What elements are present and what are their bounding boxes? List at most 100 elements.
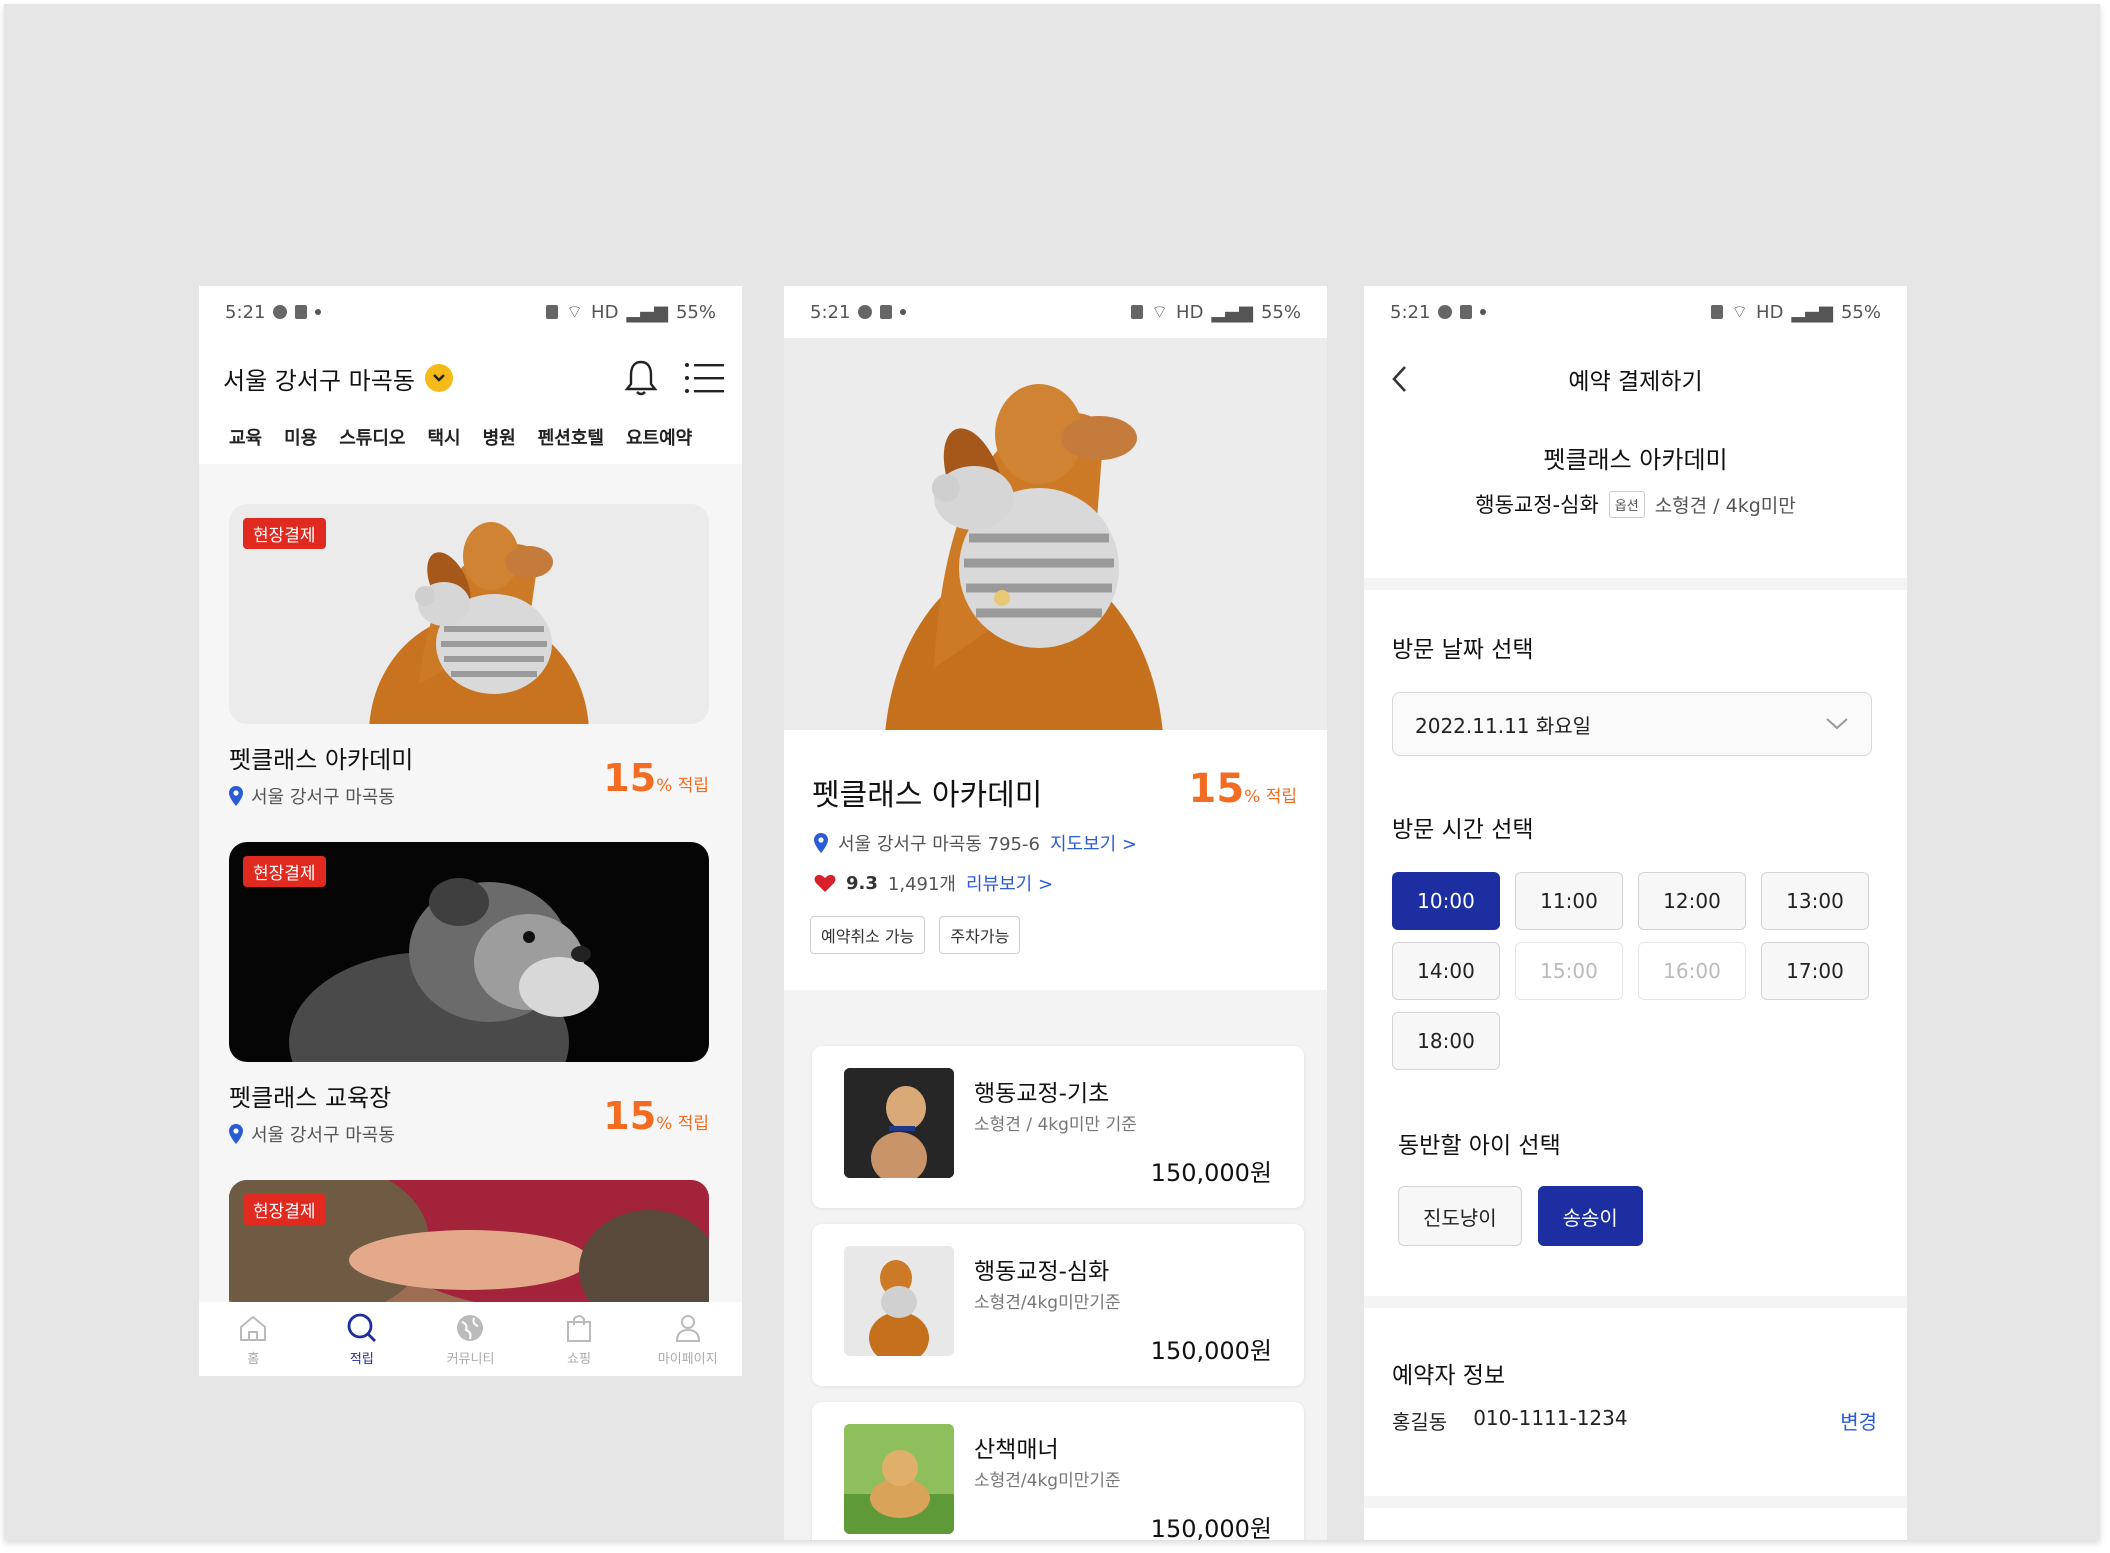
service-list: 행동교정-기초 소형견 / 4kg미만 기준 150,000원 행동교정-심화 … — [784, 990, 1327, 1540]
onsite-payment-badge: 현장결제 — [243, 518, 326, 549]
hero-dog-photo — [784, 338, 1327, 730]
time-slot-button[interactable]: 17:00 — [1761, 942, 1869, 1000]
category-tab[interactable]: 병원 — [483, 424, 516, 464]
dot-status-icon — [1480, 309, 1487, 315]
wifi-status-icon: ⌔ — [1151, 301, 1169, 323]
place-name: 펫클래스 아카데미 — [812, 778, 1043, 813]
time-slot-button[interactable]: 13:00 — [1761, 872, 1869, 930]
time-slot-button[interactable]: 18:00 — [1392, 1012, 1500, 1070]
time-slot-button[interactable]: 11:00 — [1515, 872, 1623, 930]
settings-status-icon — [273, 305, 288, 319]
rating-score: 9.3 — [846, 872, 878, 894]
service-desc: 소형견/4kg미만기준 — [974, 1293, 1121, 1313]
place-address: 서울 강서구 마곡동 — [251, 787, 395, 808]
app-status-icon — [880, 305, 893, 319]
place-address: 서울 강서구 마곡동 — [251, 1125, 395, 1146]
status-bar: 5:21 ⌔ HD ▂▄▆ 55% — [1364, 286, 1907, 338]
category-tab[interactable]: 펜션호텔 — [538, 424, 604, 464]
map-link[interactable]: 지도보기 > — [1050, 830, 1137, 856]
service-price: 150,000원 — [1150, 1159, 1272, 1187]
category-tabs: 교육 미용 스튜디오 택시 병원 펜션호텔 요트예약 — [229, 424, 742, 464]
location-selector[interactable]: 서울 강서구 마곡동 — [223, 361, 453, 396]
tab-home[interactable]: 홈 — [208, 1312, 298, 1367]
date-section-title: 방문 날짜 선택 — [1392, 637, 1534, 663]
alarm-status-icon — [546, 305, 559, 319]
location-pin-icon — [229, 1124, 243, 1144]
feature-tag: 예약취소 가능 — [810, 916, 926, 954]
category-tab[interactable]: 요트예약 — [626, 424, 692, 464]
service-desc: 소형견 / 4kg미만 기준 — [974, 1115, 1137, 1135]
service-card[interactable]: 행동교정-기초 소형견 / 4kg미만 기준 150,000원 — [812, 1046, 1304, 1208]
place-address: 서울 강서구 마곡동 795-6 — [838, 834, 1040, 855]
tab-community[interactable]: 커뮤니티 — [425, 1312, 515, 1367]
time-slot-button-disabled: 15:00 — [1515, 942, 1623, 1000]
shop-name: 펫클래스 아카데미 — [1543, 446, 1728, 474]
pet-section-title: 동반할 아이 선택 — [1398, 1133, 1561, 1159]
service-thumbnail — [844, 1424, 954, 1534]
signal-status-icon: ▂▄▆ — [1211, 301, 1253, 323]
alarm-status-icon — [1711, 305, 1724, 319]
reward-percent: 15% 적립 — [1188, 766, 1297, 812]
tab-shopping[interactable]: 쇼핑 — [534, 1312, 624, 1367]
service-card[interactable]: 산책매너 소형견/4kg미만기준 150,000원 — [812, 1402, 1304, 1540]
user-icon — [675, 1314, 700, 1342]
battery-status: 55% — [1840, 301, 1881, 323]
service-name: 행동교정-심화 — [974, 1259, 1110, 1285]
feature-tag: 주차가능 — [939, 916, 1021, 954]
schnauzer-photo: 현장결제 — [229, 842, 709, 1062]
reward-percent: 15% 적립 — [603, 756, 709, 800]
category-tab[interactable]: 교육 — [229, 424, 262, 464]
option-text: 소형견 / 4kg미만 — [1654, 494, 1796, 517]
onsite-payment-badge: 현장결제 — [243, 856, 326, 887]
time-slot-button[interactable]: 12:00 — [1638, 872, 1746, 930]
location-pin-icon — [814, 833, 828, 853]
tab-reward[interactable]: 적립 — [317, 1312, 407, 1367]
settings-status-icon — [1438, 305, 1453, 319]
reserver-phone: 010-1111-1234 — [1473, 1406, 1628, 1430]
category-tab[interactable]: 미용 — [284, 424, 317, 464]
time-slot-button[interactable]: 10:00 — [1392, 872, 1500, 930]
tab-mypage[interactable]: 마이페이지 — [643, 1312, 733, 1367]
category-tab[interactable]: 택시 — [428, 424, 461, 464]
service-price: 150,000원 — [1150, 1337, 1272, 1365]
globe-icon — [457, 1314, 484, 1341]
service-name: 산책매너 — [974, 1437, 1059, 1463]
status-bar: 5:21 ⌔ HD ▂▄▆ 55% — [199, 286, 742, 338]
review-link[interactable]: 리뷰보기 > — [966, 870, 1053, 896]
reward-percent: 15% 적립 — [603, 1094, 709, 1138]
status-time: 5:21 — [1390, 301, 1431, 323]
time-slot-button[interactable]: 14:00 — [1392, 942, 1500, 1000]
place-card[interactable]: 현장결제 펫클래스 아카데미 서울 강서구 마곡동 15% 적립 — [229, 504, 709, 809]
home-header: 서울 강서구 마곡동 — [223, 348, 724, 408]
pet-option-button[interactable]: 진도냥이 — [1398, 1186, 1522, 1246]
service-thumbnail — [844, 1068, 954, 1178]
service-desc: 소형견/4kg미만기준 — [974, 1471, 1121, 1491]
nav-bar: 예약 결제하기 — [1364, 356, 1907, 402]
bell-icon[interactable] — [624, 359, 658, 397]
home-icon — [240, 1315, 267, 1341]
reserver-info: 홍길동 010-1111-1234 변경 — [1392, 1406, 1877, 1435]
app-status-icon — [1460, 305, 1473, 319]
reserver-name: 홍길동 — [1392, 1410, 1448, 1434]
signal-status-icon: ▂▄▆ — [1791, 301, 1833, 323]
place-card[interactable]: 현장결제 펫클래스 교육장 서울 강서구 마곡동 15% 적립 — [229, 842, 709, 1147]
time-slot-grid: 10:00 11:00 12:00 13:00 14:00 15:00 16:0… — [1392, 872, 1872, 1070]
date-value: 2022.11.11 화요일 — [1415, 713, 1592, 738]
change-link[interactable]: 변경 — [1840, 1406, 1877, 1435]
service-name: 행동교정-심화 — [1475, 493, 1599, 517]
pet-option-button[interactable]: 송송이 — [1537, 1186, 1643, 1246]
location-text: 서울 강서구 마곡동 — [223, 366, 415, 395]
service-card[interactable]: 행동교정-심화 소형견/4kg미만기준 150,000원 — [812, 1224, 1304, 1386]
heart-icon — [814, 874, 836, 892]
service-thumbnail — [844, 1246, 954, 1356]
date-select[interactable]: 2022.11.11 화요일 — [1392, 692, 1872, 756]
section-divider — [1364, 1496, 1907, 1508]
dog-toy-photo: 현장결제 — [229, 504, 709, 724]
dot-status-icon — [900, 309, 907, 315]
place-info: 펫클래스 아카데미 15% 적립 서울 강서구 마곡동 795-6 지도보기 >… — [784, 730, 1327, 990]
menu-icon[interactable] — [684, 361, 724, 395]
review-count: 1,491개 — [887, 874, 956, 895]
settings-status-icon — [858, 305, 873, 319]
hd-status-label: HD — [1756, 301, 1784, 323]
category-tab[interactable]: 스튜디오 — [339, 424, 405, 464]
